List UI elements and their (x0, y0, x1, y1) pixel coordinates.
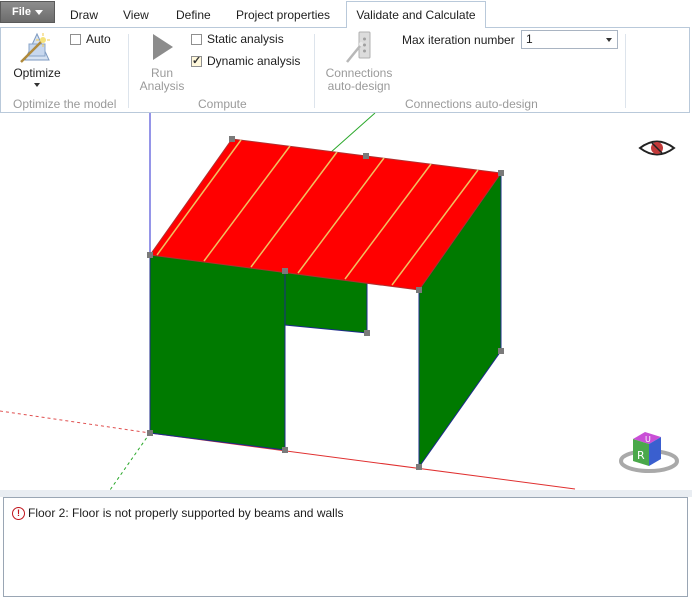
connections-group-label: Connections auto-design (405, 97, 538, 111)
connections-auto-design-button[interactable]: Connections auto-design (323, 30, 395, 93)
y-axis-line (329, 113, 376, 154)
panel-splitter[interactable] (0, 490, 692, 497)
run-label-line2: Analysis (139, 79, 185, 93)
dynamic-analysis-checkbox[interactable] (191, 54, 202, 67)
3d-viewport[interactable]: U R (0, 113, 692, 490)
tab-draw[interactable]: Draw (70, 5, 98, 27)
optimize-label: Optimize (13, 66, 61, 80)
file-menu-button[interactable]: File (0, 1, 55, 23)
visibility-eye-icon[interactable] (638, 140, 676, 156)
tab-validate-and-calculate[interactable]: Validate and Calculate (346, 1, 486, 28)
optimize-group-label: Optimize the model (13, 97, 117, 111)
max-iteration-label: Max iteration number (402, 33, 515, 47)
tab-define[interactable]: Define (176, 5, 211, 27)
menu-tab-bar: File Draw View Define Project properties… (0, 0, 692, 28)
ribbon-panel: Optimize Auto Optimize the model Run Ana… (0, 27, 690, 113)
static-analysis-row[interactable]: Static analysis (191, 32, 284, 46)
3d-model-canvas[interactable]: U R (0, 113, 692, 490)
connections-label-line2: auto-design (327, 79, 391, 93)
group-separator (625, 34, 626, 108)
message-text: Floor 2: Floor is not properly supported… (28, 506, 344, 520)
compute-group-label: Compute (198, 97, 247, 111)
list-item[interactable]: ! Floor 2: Floor is not properly support… (12, 506, 344, 520)
static-analysis-checkbox[interactable] (191, 33, 202, 45)
chevron-down-icon (34, 9, 43, 15)
tab-view[interactable]: View (123, 5, 149, 27)
auto-checkbox-row[interactable]: Auto (70, 32, 111, 46)
optimize-button[interactable]: Optimize (7, 30, 67, 87)
file-menu-label: File (12, 6, 31, 18)
auto-checkbox[interactable] (70, 33, 81, 45)
error-icon: ! (12, 506, 25, 520)
nav-cube-front-label: R (637, 449, 645, 462)
y-axis-line-dashed (109, 432, 151, 490)
chevron-down-icon (606, 38, 612, 42)
play-icon (153, 34, 173, 60)
auto-label: Auto (86, 32, 111, 46)
x-axis-line-dashed (0, 410, 151, 434)
optimize-dropdown-arrow-icon[interactable] (34, 83, 40, 87)
front-left-wall[interactable] (149, 254, 286, 451)
static-analysis-label: Static analysis (207, 32, 284, 46)
tab-project-properties[interactable]: Project properties (236, 5, 330, 27)
connections-design-icon (346, 31, 371, 63)
max-iteration-value: 1 (526, 32, 533, 46)
dynamic-analysis-row[interactable]: Dynamic analysis (191, 54, 300, 68)
run-analysis-button[interactable]: Run Analysis (139, 30, 185, 93)
group-separator (128, 34, 129, 108)
messages-panel: ! Floor 2: Floor is not properly support… (3, 497, 688, 597)
optimize-icon (20, 32, 50, 63)
nav-cube-top-label: U (645, 435, 651, 444)
group-separator (314, 34, 315, 108)
dynamic-analysis-label: Dynamic analysis (207, 54, 301, 68)
max-iteration-select[interactable]: 1 (521, 30, 618, 49)
navigation-cube-icon[interactable]: U R (619, 432, 679, 473)
